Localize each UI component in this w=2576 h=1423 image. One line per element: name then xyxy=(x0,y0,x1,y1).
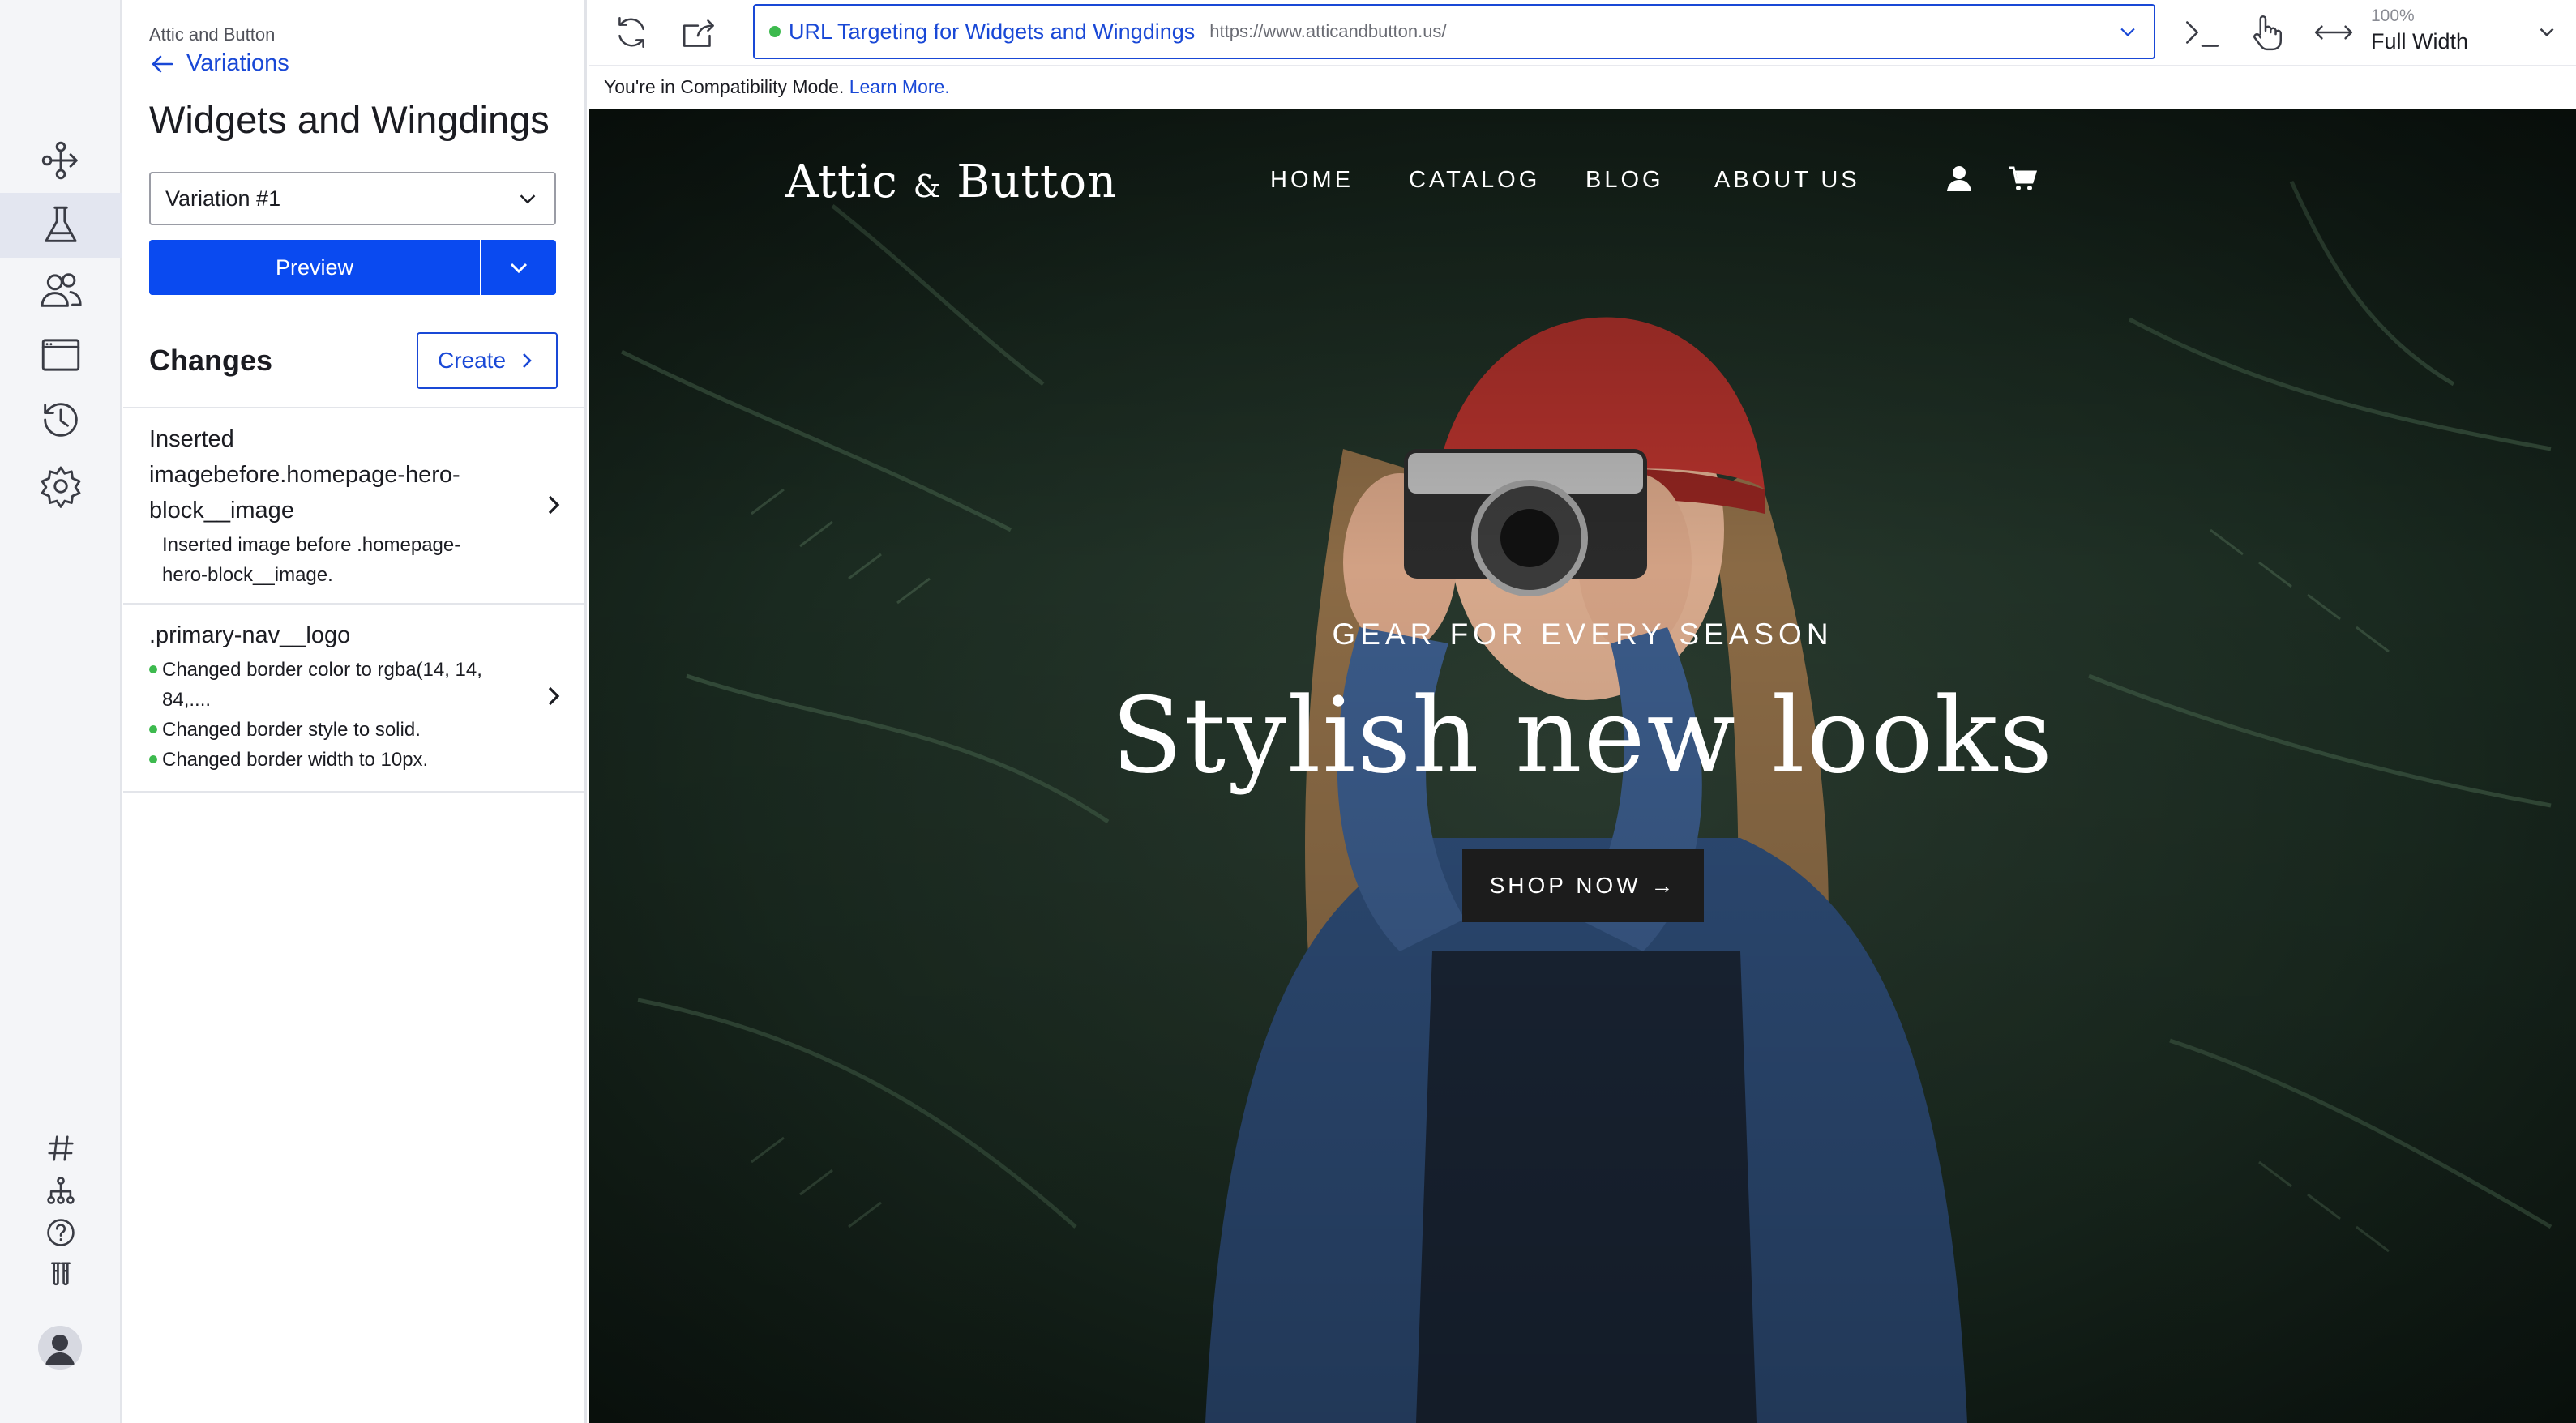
change-description: Inserted image before .homepage- hero-bl… xyxy=(162,530,460,590)
chevron-down-icon[interactable] xyxy=(2536,21,2557,42)
avatar[interactable] xyxy=(38,1326,82,1370)
change-title-line: imagebefore.homepage-hero- xyxy=(149,462,460,488)
width-arrows-icon[interactable] xyxy=(2311,10,2356,55)
change-title-line: Inserted xyxy=(149,426,234,452)
nav-catalog[interactable]: CATALOG xyxy=(1409,167,1540,194)
icon-rail xyxy=(0,0,122,1423)
back-to-variations-link[interactable]: Variations xyxy=(149,50,289,77)
nav-blog[interactable]: BLOG xyxy=(1585,167,1664,194)
chevron-down-icon xyxy=(520,194,536,204)
change-desc-line: Inserted image before .homepage- xyxy=(162,534,461,556)
flow-icon[interactable] xyxy=(0,128,122,193)
preview-button[interactable]: Preview xyxy=(149,240,480,295)
changes-heading: Changes xyxy=(149,344,273,377)
editor-toolbar: URL Targeting for Widgets and Wingdings … xyxy=(589,0,2576,65)
website-preview[interactable]: Attic & Button HOME CATALOG BLOG ABOUT U… xyxy=(589,109,2576,1423)
settings-icon[interactable] xyxy=(0,454,122,519)
shop-now-button[interactable]: SHOP NOW → xyxy=(1462,849,1704,922)
viewport-width-select[interactable]: Full Width xyxy=(2371,29,2468,54)
variation-panel: Attic and Button Variations Widgets and … xyxy=(123,0,587,1423)
variation-select-value: Variation #1 xyxy=(165,186,281,211)
open-external-icon[interactable] xyxy=(677,10,722,55)
change-desc-text: Changed border style to solid. xyxy=(162,719,421,741)
url-targeting-select[interactable]: URL Targeting for Widgets and Wingdings … xyxy=(753,4,2155,59)
chevron-right-icon xyxy=(548,686,560,706)
page-title: Widgets and Wingdings xyxy=(149,98,550,141)
logo-text: Button xyxy=(956,156,1118,208)
change-title: Inserted imagebefore.homepage-hero- bloc… xyxy=(149,421,460,528)
refresh-icon[interactable] xyxy=(609,10,654,55)
logo-ampersand: & xyxy=(913,169,942,204)
site-logo[interactable]: Attic & Button xyxy=(785,156,1117,208)
logo-text: Attic xyxy=(785,156,898,208)
chevron-right-icon xyxy=(523,353,532,368)
change-title: .primary-nav__logo xyxy=(149,617,350,653)
status-dot xyxy=(149,664,157,673)
divider xyxy=(123,791,584,793)
sitemap-icon[interactable] xyxy=(0,1170,122,1211)
test-tubes-icon[interactable] xyxy=(0,1254,122,1295)
account-name: Attic and Button xyxy=(149,24,276,45)
flask-icon[interactable] xyxy=(0,193,122,258)
chevron-down-icon xyxy=(510,263,528,274)
change-item[interactable]: .primary-nav__logo Changed border color … xyxy=(123,605,584,791)
change-desc-text: Changed border color to rgba(14, 14, xyxy=(162,659,482,681)
code-console-icon[interactable] xyxy=(2180,10,2225,55)
compat-message: You're in Compatibility Mode. xyxy=(604,76,845,97)
user-icon[interactable] xyxy=(1943,162,1975,194)
change-description: Changed border color to rgba(14, 14, 84,… xyxy=(149,655,482,775)
url-address: https://www.atticandbutton.us/ xyxy=(1209,21,1447,41)
pointer-hand-icon[interactable] xyxy=(2243,10,2288,55)
browser-window-icon[interactable] xyxy=(0,323,122,387)
compatibility-notice: You're in Compatibility Mode. Learn More… xyxy=(589,65,2576,109)
arrow-left-icon xyxy=(152,55,173,72)
status-dot xyxy=(149,754,157,763)
change-title-line: block__image xyxy=(149,498,294,523)
change-desc-text: Changed border width to 10px. xyxy=(162,749,429,771)
change-desc-line: hero-block__image. xyxy=(162,564,333,586)
audiences-icon[interactable] xyxy=(0,258,122,323)
learn-more-link[interactable]: Learn More. xyxy=(849,76,950,97)
history-icon[interactable] xyxy=(0,387,122,452)
cart-icon[interactable] xyxy=(2006,162,2039,194)
create-button-label: Create xyxy=(437,348,507,373)
hashtag-icon[interactable] xyxy=(0,1128,122,1169)
change-desc-line: 84,.... xyxy=(162,689,212,711)
status-dot xyxy=(149,724,157,733)
hero-subtitle: GEAR FOR EVERY SEASON xyxy=(1332,617,1834,651)
change-desc-line: Changed border style to solid. xyxy=(149,715,482,745)
preview-button-group: Preview xyxy=(149,240,556,295)
url-target-name: URL Targeting for Widgets and Wingdings xyxy=(789,19,1196,44)
zoom-level: 100% xyxy=(2371,6,2415,25)
change-desc-line: Changed border width to 10px. xyxy=(149,745,482,775)
preview-options-button[interactable] xyxy=(480,240,556,295)
change-item[interactable]: Inserted imagebefore.homepage-hero- bloc… xyxy=(123,408,584,603)
back-link-label: Variations xyxy=(186,50,289,76)
chevron-down-icon xyxy=(2120,28,2135,36)
nav-about-us[interactable]: ABOUT US xyxy=(1714,167,1860,194)
help-icon[interactable] xyxy=(0,1212,122,1253)
status-dot xyxy=(769,26,781,37)
change-desc-line: Changed border color to rgba(14, 14, xyxy=(149,655,482,685)
create-change-button[interactable]: Create xyxy=(417,332,558,389)
nav-home[interactable]: HOME xyxy=(1270,167,1354,194)
chevron-right-icon xyxy=(548,495,560,515)
variation-select[interactable]: Variation #1 xyxy=(149,172,556,225)
hero-title: Stylish new looks xyxy=(1111,676,2054,797)
change-title-line: .primary-nav__logo xyxy=(149,622,351,648)
